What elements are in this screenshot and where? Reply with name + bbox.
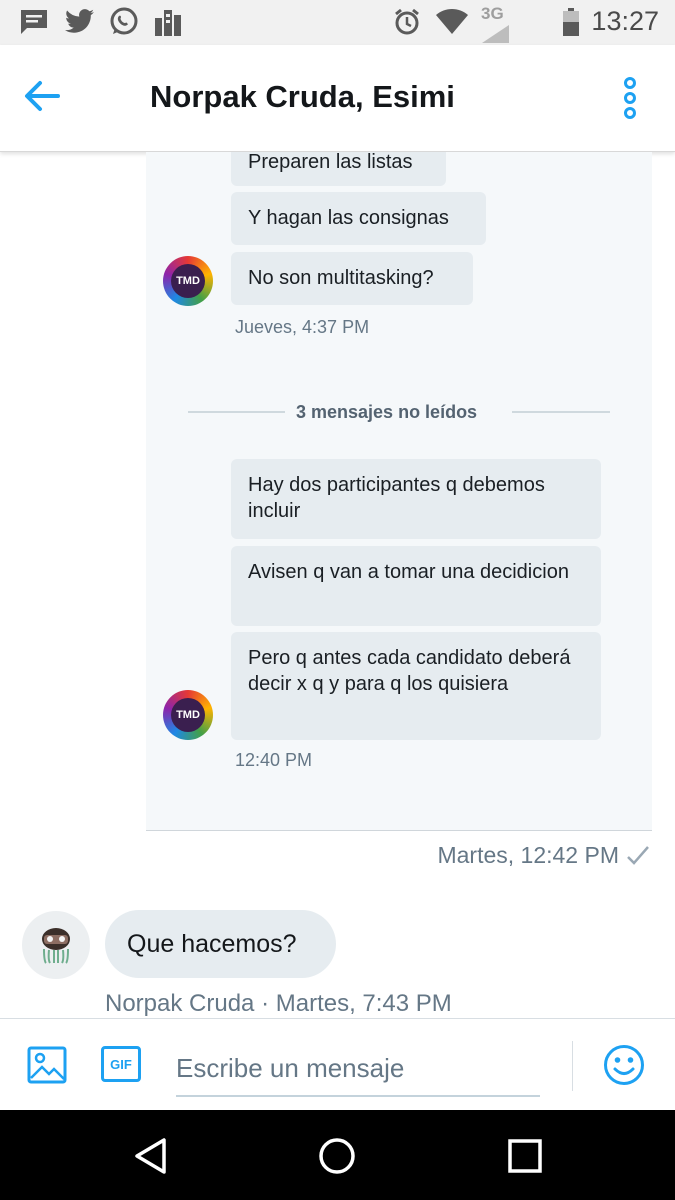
nav-recents-button[interactable]: [503, 1134, 547, 1178]
avatar: TMD: [163, 690, 213, 740]
city-icon: [152, 8, 184, 36]
nav-back-button[interactable]: [130, 1134, 174, 1178]
message-bubble: Hay dos participantes q debemos incluir: [231, 459, 601, 539]
received-message-bubble[interactable]: Que hacemos?: [105, 910, 336, 978]
conversation-title: Norpak Cruda, Esimi: [150, 79, 455, 114]
image-icon: [27, 1046, 67, 1088]
emoji-icon: [603, 1045, 645, 1090]
more-options-button[interactable]: [613, 75, 647, 121]
divider: [572, 1041, 573, 1091]
back-button[interactable]: [22, 78, 68, 118]
message-composer: GIF: [0, 1018, 675, 1111]
whatsapp-icon: [108, 7, 140, 36]
divider: [512, 411, 610, 413]
message-text: Y hagan las consignas: [248, 207, 449, 229]
status-bar: 3G 13:27: [0, 0, 675, 45]
message-bubble: Pero q antes cada candidato deberá decir…: [231, 632, 601, 740]
recents-square-icon: [503, 1139, 547, 1182]
gif-label: GIF: [110, 1056, 132, 1072]
message-bubble: Preparen las listas: [231, 152, 446, 186]
emoji-button[interactable]: [603, 1044, 645, 1086]
avatar-label: TMD: [171, 698, 205, 732]
wifi-icon: [434, 8, 470, 36]
signal-icon: [482, 20, 510, 48]
add-image-button[interactable]: [27, 1046, 67, 1084]
message-text: Que hacemos?: [127, 929, 297, 958]
conversation-header: Norpak Cruda, Esimi: [0, 45, 675, 152]
avatar: TMD: [163, 256, 213, 306]
alarm-icon: [392, 8, 422, 36]
battery-icon: [560, 8, 582, 36]
avatar[interactable]: [22, 911, 90, 979]
arrow-left-icon: [22, 81, 62, 118]
message-text: Avisen q van a tomar una decidicion: [248, 561, 569, 583]
home-circle-icon: [315, 1138, 359, 1182]
message-text: Preparen las listas: [248, 152, 413, 173]
message-text: No son multitasking?: [248, 267, 434, 289]
received-meta: Norpak Cruda · Martes, 7:43 PM: [105, 990, 452, 1017]
avatar-label: TMD: [171, 264, 205, 298]
message-text: Pero q antes cada candidato deberá decir…: [248, 647, 571, 695]
card-footer: [146, 812, 652, 830]
message-bubble: Avisen q van a tomar una decidicion: [231, 546, 601, 626]
gif-button[interactable]: GIF: [101, 1046, 141, 1082]
more-vertical-icon: [613, 77, 647, 125]
message-bubble: Y hagan las consignas: [231, 192, 486, 245]
message-icon: [18, 8, 50, 36]
message-bubble: No son multitasking?: [231, 252, 473, 305]
sent-timestamp: Martes, 12:42 PM: [437, 842, 619, 868]
check-icon: [626, 842, 650, 868]
shared-screenshot-image[interactable]: Preparen las listas Y hagan las consigna…: [146, 152, 652, 831]
twitter-icon: [64, 8, 96, 36]
clock: 13:27: [591, 6, 659, 36]
back-triangle-icon: [130, 1138, 174, 1182]
unread-divider-label: 3 mensajes no leídos: [296, 402, 478, 422]
navigation-bar: [0, 1110, 675, 1200]
timestamp: 12:40 PM: [235, 750, 313, 770]
divider: [188, 411, 285, 413]
user-avatar-icon: [42, 928, 70, 964]
message-text: Hay dos participantes q debemos incluir: [248, 474, 545, 522]
nav-home-button[interactable]: [315, 1134, 359, 1178]
message-input[interactable]: [176, 1041, 540, 1097]
timestamp: Jueves, 4:37 PM: [235, 317, 370, 337]
